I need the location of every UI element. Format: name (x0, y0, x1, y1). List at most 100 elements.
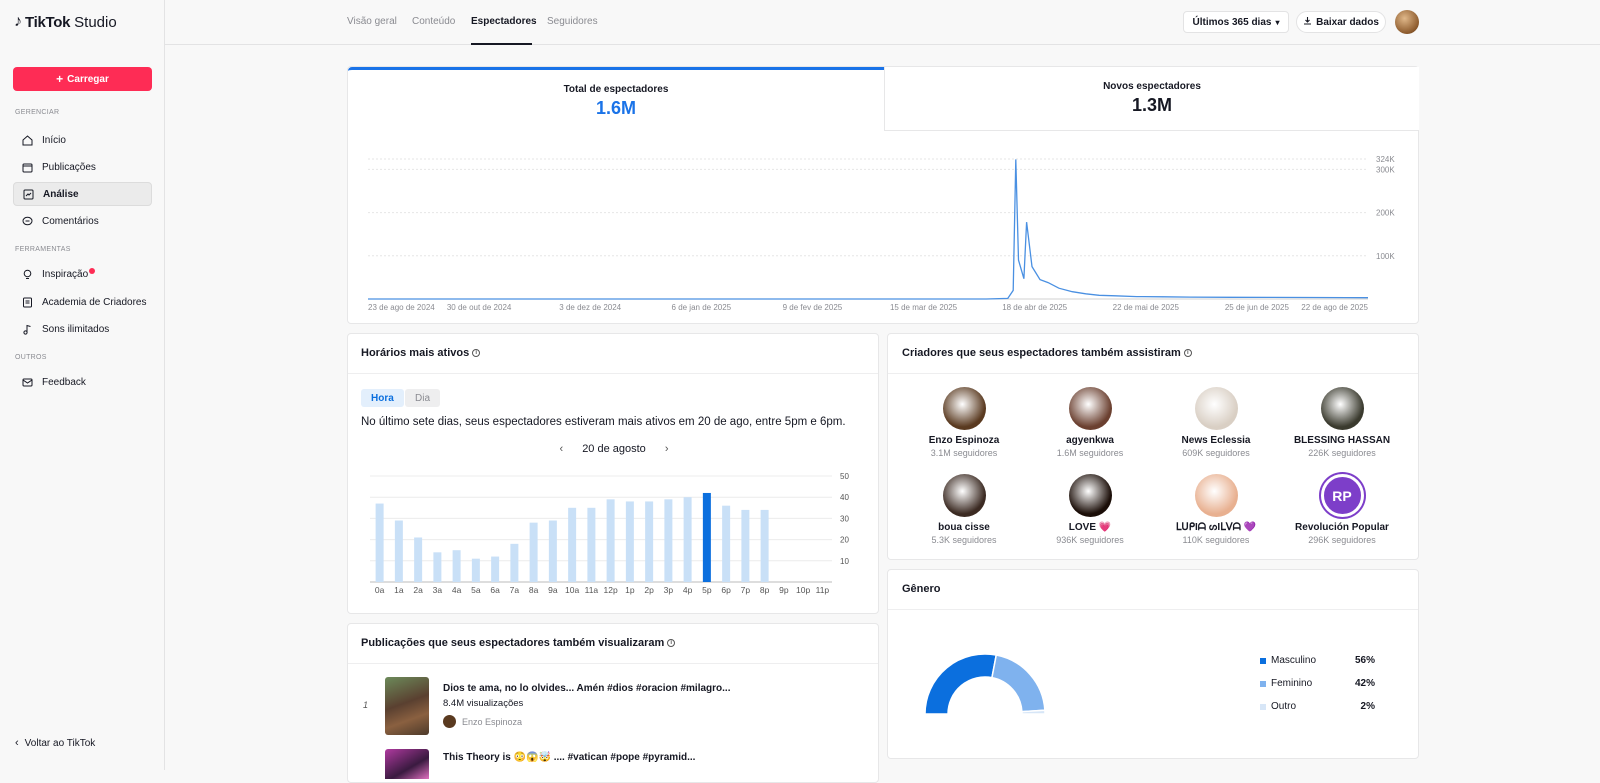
donut-slice (992, 655, 1045, 712)
active-tab-indicator (471, 43, 532, 45)
creator-item[interactable]: ᒪᑌᑭIᗩ ᔕIᒪᐯᗩ 💜110K seguidores (1153, 474, 1279, 545)
upload-button[interactable]: + Carregar (13, 67, 152, 91)
tab-content[interactable]: Conteúdo (412, 16, 455, 27)
creator-item[interactable]: boua cisse5.3K seguidores (901, 474, 1027, 545)
y-tick-label: 300K (1376, 165, 1395, 174)
donut-slice (1022, 710, 1045, 714)
posts-title-text: Publicações que seus espectadores também… (361, 637, 664, 649)
x-tick-label: 3a (433, 585, 443, 595)
x-tick-label: 7a (510, 585, 520, 595)
creator-avatar (1195, 474, 1238, 517)
creators-card: Criadores que seus espectadores também a… (887, 333, 1419, 560)
creator-followers: 609K seguidores (1153, 448, 1279, 458)
legend-percent: 2% (1361, 701, 1375, 712)
download-icon (1303, 16, 1312, 28)
bar (684, 497, 692, 582)
creator-item[interactable]: RPRevolución Popular296K seguidores (1279, 474, 1405, 545)
logo-product: Studio (74, 14, 117, 31)
section-label-manage: GERENCIAR (15, 109, 59, 116)
bar (395, 521, 403, 582)
y-tick-label: 40 (840, 493, 849, 502)
tab-followers[interactable]: Seguidores (547, 16, 598, 27)
user-avatar[interactable] (1395, 10, 1419, 34)
creator-name: LOVE 💗 (1027, 522, 1153, 533)
x-tick-label: 25 de jun de 2025 (1225, 303, 1290, 312)
creator-item[interactable]: agyenkwa1.6M seguidores (1027, 387, 1153, 458)
viewers-line-chart: 324K300K200K100K23 de ago de 202430 de o… (348, 67, 1420, 325)
sidebar-item-label: Academia de Criadores (42, 297, 147, 308)
y-tick-label: 20 (840, 536, 849, 545)
back-label: Voltar ao TikTok (25, 738, 96, 749)
legend-label: Masculino (1271, 655, 1316, 666)
creator-followers: 3.1M seguidores (901, 448, 1027, 458)
sidebar-item-analytics[interactable]: Análise (13, 182, 152, 206)
bar (741, 510, 749, 582)
tiktok-studio-logo[interactable]: ♪ TikTok Studio (14, 13, 117, 31)
bar (626, 501, 634, 582)
creators-title: Criadores que seus espectadores também a… (902, 347, 1192, 359)
analytics-icon (23, 189, 34, 200)
sidebar: ♪ TikTok Studio + Carregar GERENCIAR Iní… (0, 0, 165, 770)
creator-item[interactable]: Enzo Espinoza3.1M seguidores (901, 387, 1027, 458)
music-note-icon (22, 324, 33, 335)
sidebar-item-home[interactable]: Início (13, 128, 152, 152)
bar (376, 504, 384, 582)
bar (587, 508, 595, 582)
gender-title: Gênero (902, 583, 941, 595)
x-tick-label: 8p (760, 585, 770, 595)
legend-label: Outro (1271, 701, 1296, 712)
x-tick-label: 5p (702, 585, 712, 595)
sidebar-item-sounds[interactable]: Sons ilimitados (13, 317, 152, 341)
back-to-tiktok-link[interactable]: ‹ Voltar ao TikTok (15, 737, 95, 749)
creator-item[interactable]: LOVE 💗 936K seguidores (1027, 474, 1153, 545)
download-data-button[interactable]: Baixar dados (1296, 11, 1386, 33)
tab-viewers[interactable]: Espectadores (471, 16, 537, 27)
creator-item[interactable]: BLESSING HASSAN226K seguidores (1279, 387, 1405, 458)
author-name: Enzo Espinoza (462, 717, 522, 727)
bar (530, 523, 538, 582)
post-thumbnail (385, 677, 429, 735)
sidebar-item-feedback[interactable]: Feedback (13, 370, 152, 394)
lightbulb-icon (22, 269, 33, 280)
x-tick-label: 11a (585, 585, 599, 595)
y-tick-label: 30 (840, 514, 849, 523)
sidebar-item-academy[interactable]: Academia de Criadores (13, 290, 152, 314)
sidebar-item-posts[interactable]: Publicações (13, 155, 152, 179)
post-thumbnail (385, 749, 429, 779)
x-tick-label: 9p (779, 585, 789, 595)
avatar-initials: RP (1332, 488, 1351, 504)
posts-icon (22, 162, 33, 173)
y-tick-label: 50 (840, 472, 849, 481)
x-tick-label: 30 de out de 2024 (447, 303, 512, 312)
tab-overview[interactable]: Visão geral (347, 16, 397, 27)
notification-dot (89, 268, 95, 274)
date-range-dropdown[interactable]: Últimos 365 dias ▾ (1183, 11, 1289, 33)
tiktok-note-icon: ♪ (14, 13, 22, 31)
x-tick-label: 6a (490, 585, 500, 595)
sidebar-item-inspiration[interactable]: Inspiração (13, 262, 152, 286)
sidebar-item-label: Feedback (42, 377, 86, 388)
info-icon[interactable]: i (667, 639, 675, 647)
donut-slice (925, 654, 996, 714)
legend-swatch (1260, 658, 1266, 664)
bar (722, 506, 730, 582)
x-tick-label: 12p (604, 585, 618, 595)
x-tick-label: 8a (529, 585, 539, 595)
x-tick-label: 2a (413, 585, 423, 595)
info-icon[interactable]: i (1184, 349, 1192, 357)
creator-followers: 296K seguidores (1279, 535, 1405, 545)
post-item[interactable]: This Theory is 😳😱🤯 .... #vatican #pope #… (361, 749, 861, 779)
creator-followers: 936K seguidores (1027, 535, 1153, 545)
creator-item[interactable]: News Eclessia609K seguidores (1153, 387, 1279, 458)
x-tick-label: 3p (664, 585, 674, 595)
sidebar-item-label: Início (42, 135, 66, 146)
sidebar-item-label: Inspiração (42, 269, 88, 280)
sidebar-item-comments[interactable]: Comentários (13, 209, 152, 233)
post-item[interactable]: 1 Dios te ama, no lo olvides... Amén #di… (361, 677, 861, 737)
legend-item: Outro 2% (1260, 701, 1375, 712)
comments-icon (22, 216, 33, 227)
legend-swatch (1260, 681, 1266, 687)
legend-item: Feminino42% (1260, 678, 1375, 689)
posts-title: Publicações que seus espectadores também… (361, 637, 675, 649)
section-label-tools: FERRAMENTAS (15, 246, 71, 253)
